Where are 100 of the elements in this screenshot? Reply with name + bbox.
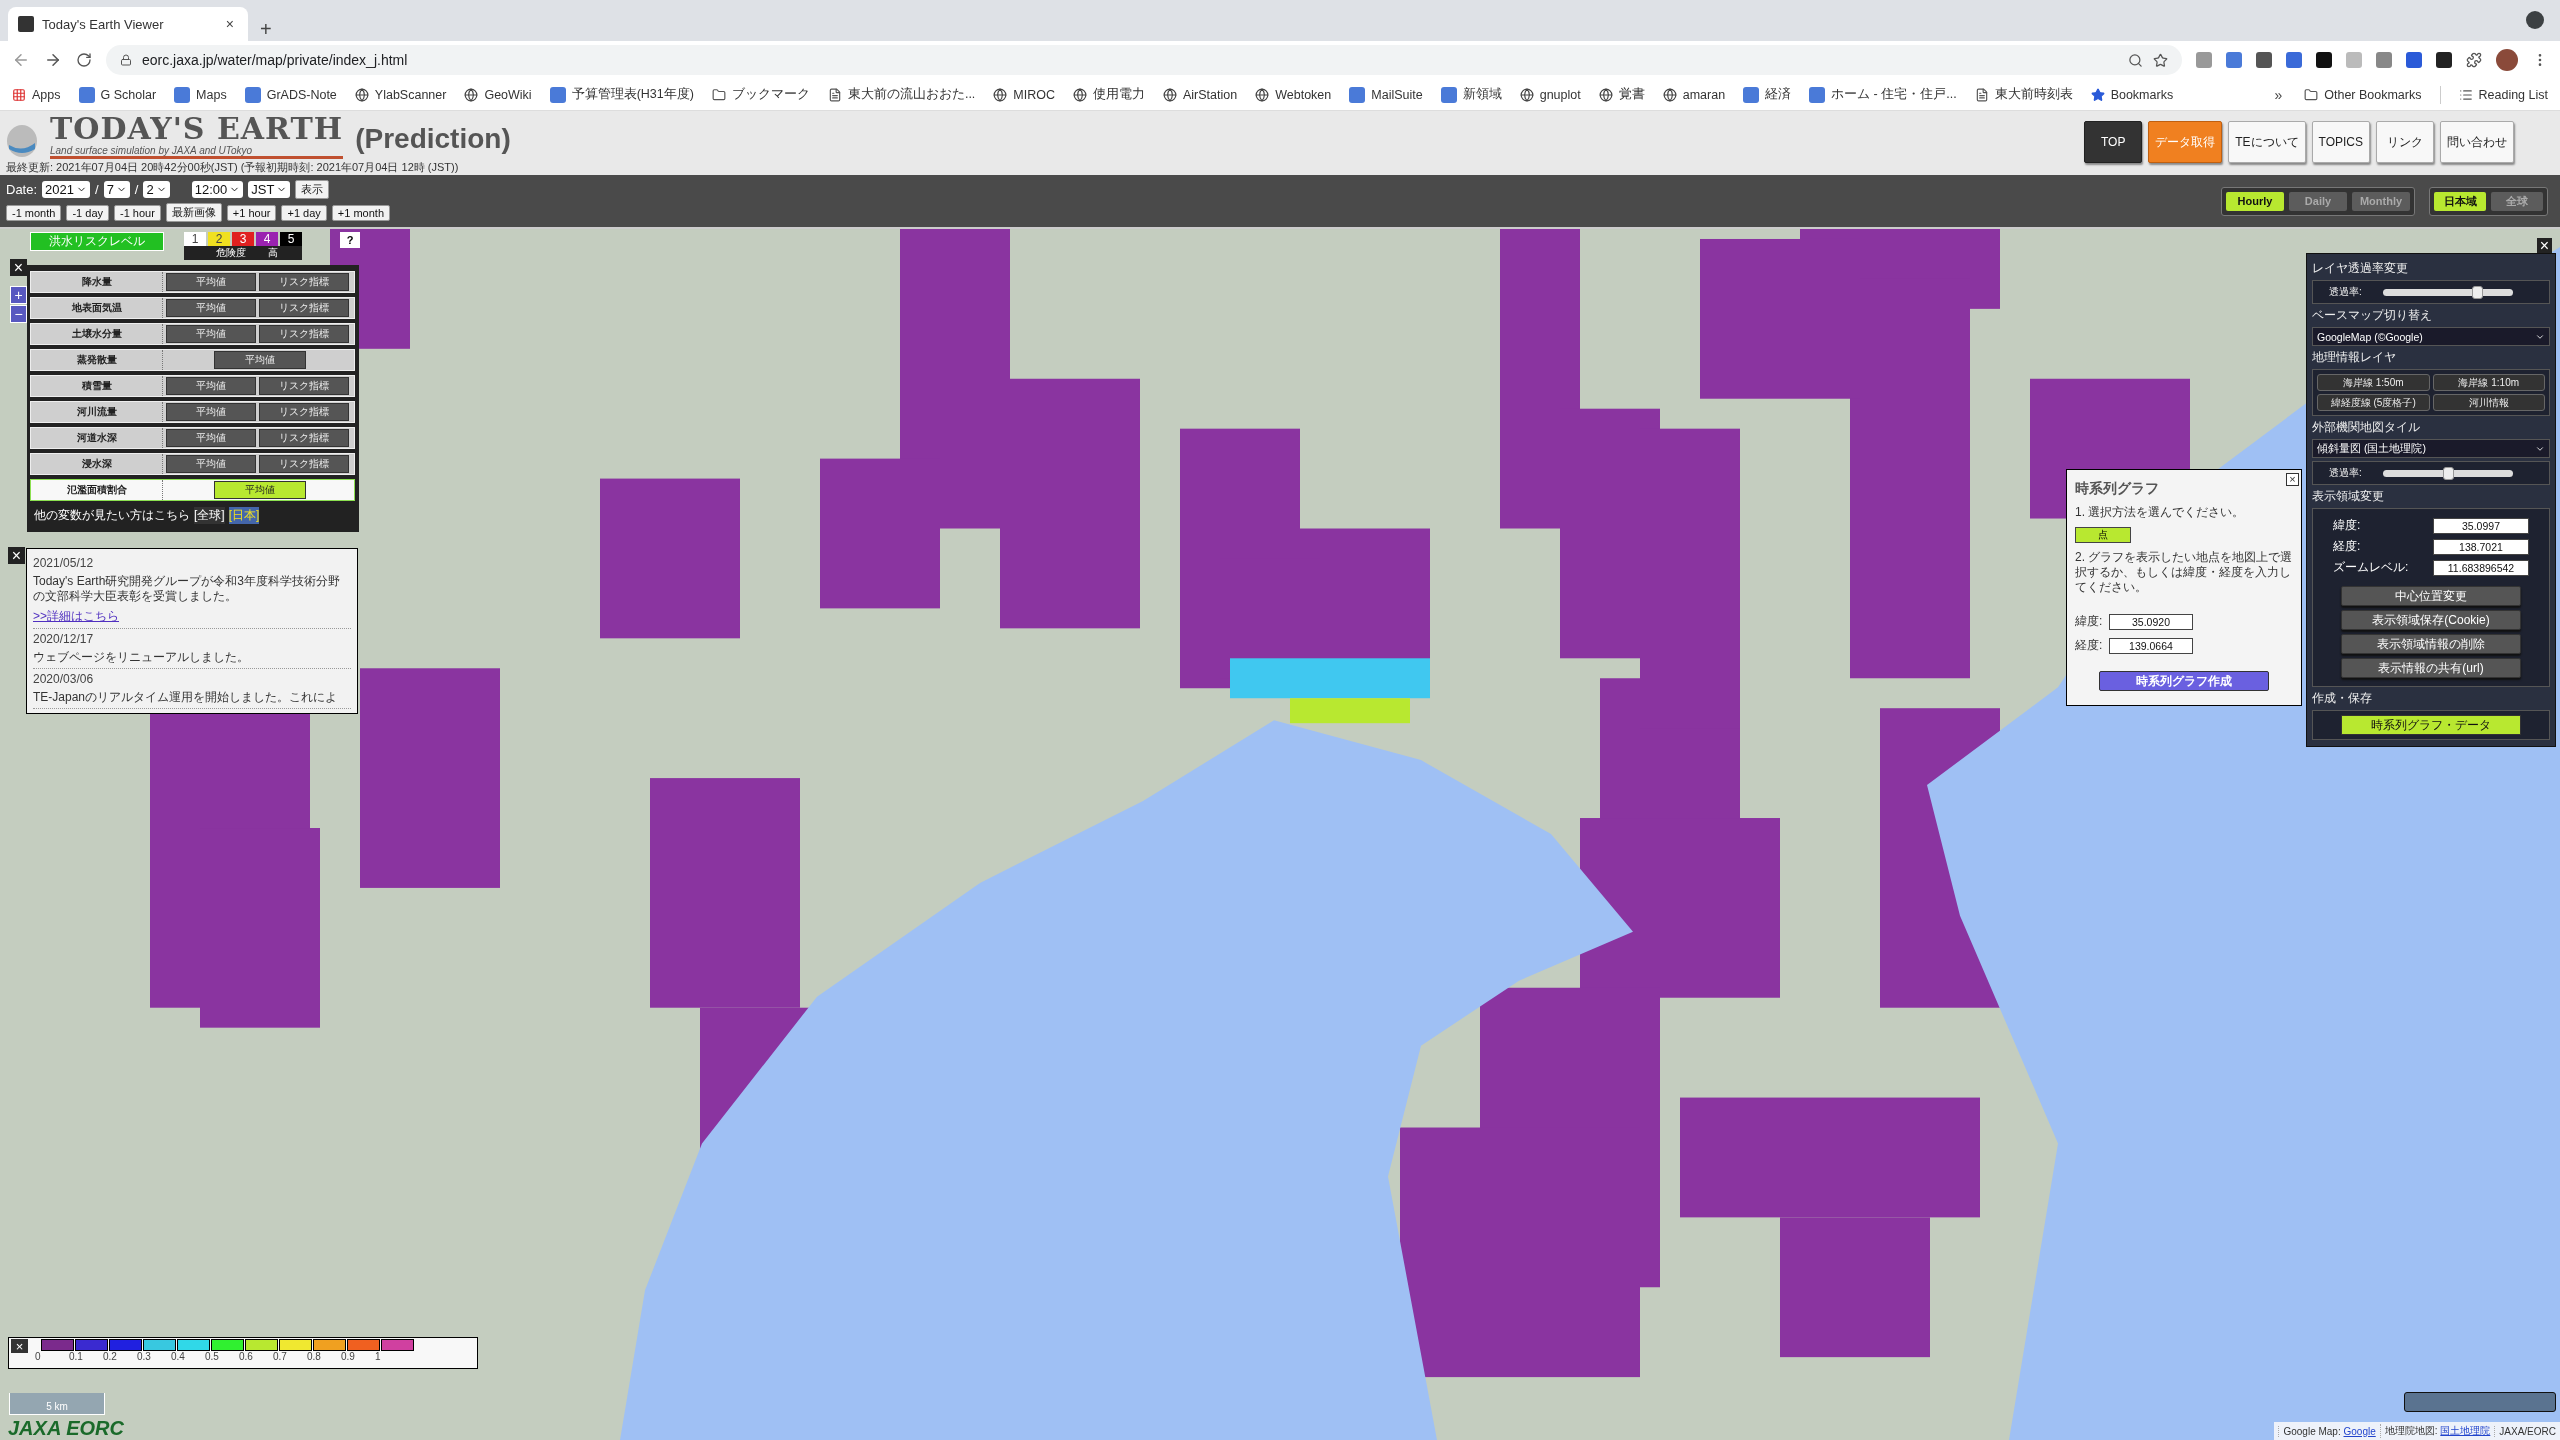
coordinate-field[interactable]: 35.0920 (2109, 613, 2193, 630)
attribution-link[interactable]: Google (2343, 1425, 2376, 1437)
create-graph-button[interactable]: 時系列グラフ作成 (2099, 671, 2269, 691)
timezone-select[interactable]: JST (248, 181, 291, 198)
bookmark-link[interactable]: amaran (1662, 87, 1726, 102)
site-logo[interactable]: TODAY'S EARTH Land surface simulation by JAXA and UTokyo (50, 113, 344, 159)
region-tab[interactable]: 日本域 (2434, 191, 2486, 211)
month-select[interactable]: 7 (103, 181, 130, 198)
bookmark-link[interactable]: Webtoken (1255, 87, 1332, 102)
help-button[interactable]: ? (340, 232, 360, 248)
show-button[interactable]: 表示 (295, 180, 330, 199)
region-link[interactable]: [全球] (194, 507, 225, 524)
zoom-in-button[interactable]: + (10, 286, 27, 304)
bookmark-link[interactable]: gnuplot (1519, 87, 1581, 102)
zoom-icon[interactable] (2128, 52, 2143, 68)
view-field[interactable]: 11.683896542 (2433, 559, 2529, 576)
close-button[interactable]: × (2286, 473, 2299, 486)
time-step-button[interactable]: -1 month (6, 204, 62, 221)
bookmark-link[interactable]: GeoWiki (464, 87, 532, 102)
bookmark-link[interactable]: AirStation (1163, 87, 1238, 102)
bookmark-link[interactable]: G Scholar (78, 86, 157, 103)
bookmark-link[interactable]: YlabScanner (354, 87, 447, 102)
coordinate-field[interactable]: 139.0664 (2109, 637, 2193, 654)
close-button[interactable]: × (2537, 238, 2552, 253)
view-action-button[interactable]: 表示情報の共有(url) (2341, 658, 2521, 678)
bookmark-link[interactable]: 新領域 (1440, 86, 1502, 103)
tab-close-button[interactable]: × (221, 16, 238, 32)
map-tile-select[interactable]: 傾斜量図 (国土地理院) (2312, 439, 2550, 458)
interval-tab[interactable]: Hourly (2226, 191, 2284, 211)
basemap-select[interactable]: GoogleMap (©Google) (2312, 327, 2550, 346)
close-button[interactable]: × (8, 547, 25, 564)
point-method-button[interactable]: 点 (2075, 527, 2131, 543)
reload-icon[interactable] (76, 52, 92, 68)
new-tab-button[interactable]: + (256, 18, 276, 41)
extension-icon[interactable] (2316, 52, 2332, 68)
view-field[interactable]: 138.7021 (2433, 538, 2529, 555)
bookmark-star-icon[interactable] (2153, 52, 2168, 68)
variable-option-button[interactable]: リスク指標 (259, 299, 349, 317)
forward-icon[interactable] (44, 51, 62, 69)
bookmark-link[interactable]: 使用電力 (1073, 86, 1145, 103)
variable-option-button[interactable]: リスク指標 (259, 377, 349, 395)
time-step-button[interactable]: +1 hour (226, 204, 277, 221)
geo-layer-button[interactable]: 河川情報 (2432, 394, 2545, 411)
variable-option-button[interactable]: 平均値 (166, 403, 256, 421)
variable-option-button[interactable]: リスク指標 (259, 429, 349, 447)
nav-button[interactable]: TOPICS (2311, 121, 2370, 163)
bookmark-link[interactable]: 東大前時刻表 (1974, 86, 2073, 103)
attribution-link[interactable]: 国土地理院 (2440, 1425, 2491, 1436)
bookmark-link[interactable]: Bookmarks (2090, 87, 2174, 102)
bookmark-link[interactable]: MailSuite (1349, 86, 1423, 103)
extensions-icon[interactable] (2466, 52, 2482, 68)
nav-button[interactable]: 問い合わせ (2440, 121, 2514, 163)
timeseries-data-button[interactable]: 時系列グラフ・データ (2341, 715, 2521, 735)
time-step-button[interactable]: -1 day (66, 204, 109, 221)
day-select[interactable]: 2 (143, 181, 170, 198)
region-link[interactable]: [日本] (228, 507, 260, 524)
slider-thumb[interactable] (2443, 466, 2454, 480)
address-bar[interactable]: eorc.jaxa.jp/water/map/private/index_j.html (106, 45, 2182, 75)
variable-option-button[interactable]: 平均値 (213, 481, 306, 499)
bookmarks-overflow-button[interactable]: » (2270, 86, 2287, 103)
browser-tab[interactable]: Today's Earth Viewer × (8, 7, 248, 41)
bookmark-link[interactable]: 覚書 (1598, 86, 1645, 103)
variable-option-button[interactable]: リスク指標 (259, 455, 349, 473)
other-bookmarks-link[interactable]: Other Bookmarks (2304, 87, 2422, 102)
time-step-button[interactable]: +1 day (281, 204, 327, 221)
details-link[interactable]: >>詳細はこちら (33, 608, 351, 625)
bookmark-link[interactable]: GrADS-Note (244, 86, 337, 103)
bookmark-link[interactable]: 予算管理表(H31年度) (549, 86, 694, 103)
geo-layer-button[interactable]: 海岸線 1:50m (2317, 374, 2430, 391)
nav-button[interactable]: リンク (2376, 121, 2434, 163)
back-icon[interactable] (12, 51, 30, 69)
tab-search-icon[interactable] (2526, 11, 2544, 29)
view-field[interactable]: 35.0997 (2433, 517, 2529, 534)
year-select[interactable]: 2021 (42, 181, 90, 198)
variable-option-button[interactable]: 平均値 (166, 455, 256, 473)
variable-option-button[interactable]: 平均値 (166, 273, 256, 291)
close-button[interactable]: × (11, 1339, 28, 1353)
bookmark-link[interactable]: Maps (174, 86, 227, 103)
slider-thumb[interactable] (2471, 285, 2483, 299)
zoom-out-button[interactable]: − (10, 305, 27, 323)
geo-layer-button[interactable]: 緯経度線 (5度格子) (2317, 394, 2430, 411)
time-select[interactable]: 12:00 (191, 181, 244, 198)
nav-button[interactable]: TEについて (2228, 121, 2306, 163)
opacity-slider[interactable] (2383, 288, 2513, 296)
opacity-slider[interactable] (2383, 469, 2513, 477)
variable-option-button[interactable]: 平均値 (166, 325, 256, 343)
variable-option-button[interactable]: 平均値 (213, 351, 306, 369)
variable-option-button[interactable]: リスク指標 (259, 273, 349, 291)
time-step-button[interactable]: 最新画像 (165, 203, 222, 222)
reading-list-link[interactable]: Reading List (2458, 87, 2548, 102)
variable-option-button[interactable]: 平均値 (166, 429, 256, 447)
time-step-button[interactable]: +1 month (331, 204, 390, 221)
time-step-button[interactable]: -1 hour (114, 204, 161, 221)
geo-layer-button[interactable]: 海岸線 1:10m (2432, 374, 2545, 391)
nav-button[interactable]: TOP (2084, 121, 2143, 163)
avatar-icon[interactable] (2496, 49, 2518, 71)
variable-option-button[interactable]: リスク指標 (259, 325, 349, 343)
view-action-button[interactable]: 表示領域情報の削除 (2341, 634, 2521, 654)
variable-option-button[interactable]: 平均値 (166, 299, 256, 317)
extension-icon[interactable] (2436, 52, 2452, 68)
